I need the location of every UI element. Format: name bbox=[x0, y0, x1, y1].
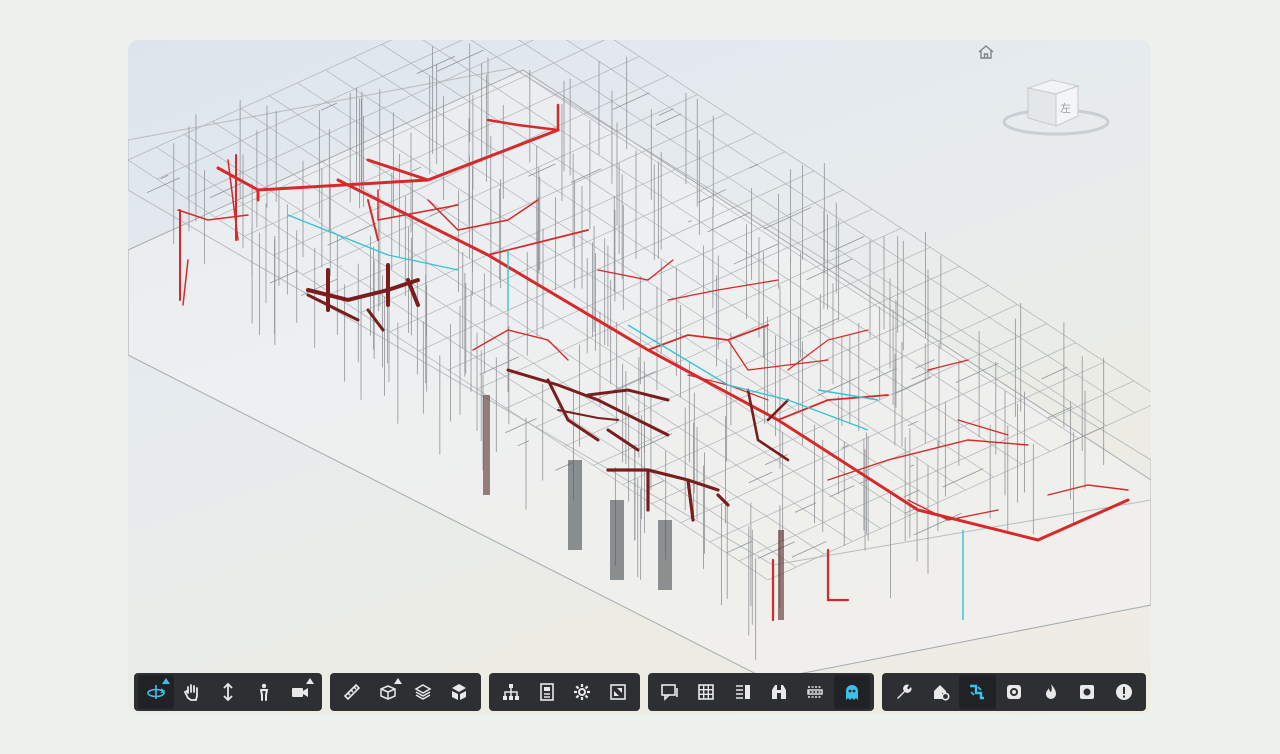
toolbar-group-settings bbox=[489, 673, 640, 711]
ghost-tool-button[interactable] bbox=[833, 675, 870, 709]
layers-icon bbox=[414, 684, 432, 700]
pan-icon bbox=[183, 684, 198, 701]
toolbar-group-navigation bbox=[134, 673, 322, 711]
target-icon bbox=[1080, 685, 1095, 699]
wrench-icon bbox=[897, 684, 912, 699]
wrench-tool-button[interactable] bbox=[886, 675, 923, 709]
submenu-indicator bbox=[393, 678, 402, 684]
section-box-tool-button[interactable] bbox=[370, 675, 406, 709]
layers-tool-button[interactable] bbox=[406, 675, 442, 709]
viewcube[interactable]: 左 bbox=[1000, 70, 1112, 146]
properties-icon bbox=[539, 683, 554, 701]
explode-icon bbox=[452, 684, 467, 700]
clipping-tool-button[interactable] bbox=[797, 675, 833, 709]
clipping-icon bbox=[807, 686, 824, 698]
floor-slab bbox=[128, 69, 1151, 681]
comment-icon bbox=[661, 684, 678, 701]
section-box-icon bbox=[379, 685, 396, 700]
explode-tool-button[interactable] bbox=[441, 675, 477, 709]
fullscreen-icon bbox=[610, 684, 626, 700]
first-person-icon bbox=[260, 683, 269, 701]
home-icon[interactable] bbox=[976, 43, 996, 61]
binoculars-icon bbox=[772, 685, 787, 699]
settings-tool-button[interactable] bbox=[565, 675, 601, 709]
properties-tool-button[interactable] bbox=[529, 675, 565, 709]
fire-icon bbox=[1045, 684, 1056, 699]
grid-tool-button[interactable] bbox=[688, 675, 724, 709]
orbit-tool-button[interactable] bbox=[138, 675, 174, 709]
submenu-indicator bbox=[162, 678, 170, 684]
clash-icon bbox=[933, 685, 950, 701]
zoom-tool-button[interactable] bbox=[210, 675, 246, 709]
disc-tool-button[interactable] bbox=[996, 675, 1033, 709]
model-browser-icon bbox=[502, 684, 519, 700]
viewcube-face-label: 左 bbox=[1060, 102, 1071, 115]
disc-icon bbox=[1007, 685, 1022, 699]
3d-viewport[interactable]: 左 bbox=[128, 40, 1151, 714]
alert-tool-button[interactable] bbox=[1105, 675, 1142, 709]
route-tool-button[interactable] bbox=[959, 675, 996, 709]
route-icon bbox=[970, 684, 985, 700]
zoom-icon bbox=[223, 682, 233, 702]
toolbar-group-review bbox=[648, 673, 874, 711]
first-person-tool-button[interactable] bbox=[246, 675, 282, 709]
model-browser-tool-button[interactable] bbox=[493, 675, 529, 709]
camera-icon bbox=[292, 688, 308, 697]
orbit-icon bbox=[147, 685, 166, 699]
toolbar-group-model bbox=[330, 673, 481, 711]
binoculars-tool-button[interactable] bbox=[761, 675, 797, 709]
target-tool-button[interactable] bbox=[1069, 675, 1106, 709]
alert-icon bbox=[1115, 684, 1132, 700]
toolbar-group-analysis bbox=[882, 673, 1146, 711]
fire-tool-button[interactable] bbox=[1032, 675, 1069, 709]
measure-icon bbox=[343, 683, 361, 701]
clash-tool-button[interactable] bbox=[923, 675, 960, 709]
pan-tool-button[interactable] bbox=[174, 675, 210, 709]
bim-model-wireframe[interactable] bbox=[128, 40, 1151, 714]
ghost-icon bbox=[845, 685, 858, 700]
grid-icon bbox=[698, 684, 715, 700]
submenu-indicator bbox=[306, 678, 314, 684]
camera-tool-button[interactable] bbox=[282, 675, 318, 709]
sheets-tool-button[interactable] bbox=[725, 675, 761, 709]
measure-tool-button[interactable] bbox=[334, 675, 370, 709]
comment-tool-button[interactable] bbox=[652, 675, 688, 709]
settings-icon bbox=[574, 684, 591, 700]
sheets-icon bbox=[735, 685, 750, 699]
fullscreen-tool-button[interactable] bbox=[600, 675, 636, 709]
